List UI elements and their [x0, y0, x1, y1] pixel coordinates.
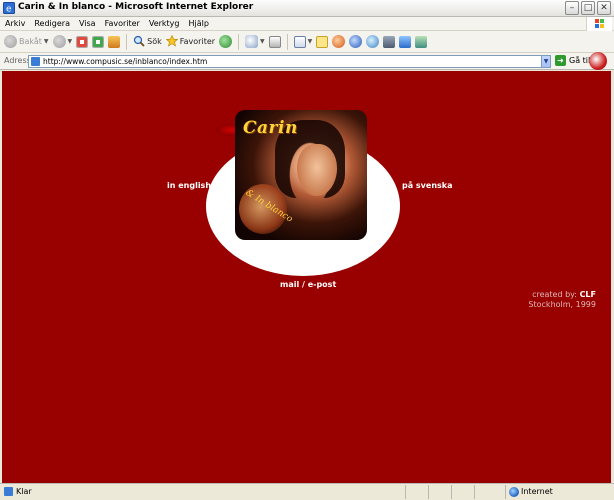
title-bar: e Carin & In blanco - Microsoft Internet…	[0, 0, 614, 17]
back-label: Bakåt	[19, 37, 42, 46]
search-icon	[133, 35, 145, 49]
menu-redigera[interactable]: Redigera	[34, 19, 70, 28]
address-bar: Adress http://www.compusic.se/inblanco/i…	[0, 53, 614, 70]
edit-button[interactable]: ▼	[293, 35, 313, 48]
credit-block: created by: CLF Stockholm, 1999	[528, 290, 596, 310]
folder-icon[interactable]	[399, 35, 412, 48]
status-divider	[505, 485, 506, 499]
menu-bar: Arkiv Redigera Visa Favoriter Verktyg Hj…	[0, 17, 614, 31]
favorites-button[interactable]: Favoriter	[165, 34, 216, 49]
page-icon	[31, 57, 40, 66]
credit-name-link[interactable]: CLF	[580, 290, 596, 299]
stop-icon[interactable]	[76, 35, 89, 48]
refresh-icon[interactable]	[92, 35, 105, 48]
carin-photo: Carin & In blanco	[235, 110, 367, 240]
ie-activity-icon	[589, 52, 607, 70]
chevron-down-icon: ▼	[307, 38, 313, 45]
status-divider	[451, 485, 452, 499]
go-button[interactable]: ➜ Gå till	[555, 55, 592, 66]
media-icon[interactable]	[349, 35, 363, 48]
back-button[interactable]: Bakåt ▼	[4, 35, 49, 48]
discuss-icon[interactable]	[316, 35, 329, 48]
credit-line: created by: CLF	[528, 290, 596, 300]
messenger-people-icon[interactable]	[415, 35, 428, 48]
svg-text:e: e	[6, 5, 12, 15]
tools-icon[interactable]	[383, 35, 396, 48]
credit-prefix: created by:	[532, 290, 578, 299]
star-icon	[165, 34, 179, 49]
address-url[interactable]: http://www.compusic.se/inblanco/index.ht…	[43, 57, 207, 66]
address-label: Adress	[4, 56, 31, 65]
home-icon[interactable]	[108, 35, 121, 48]
minimize-button[interactable]: –	[565, 1, 579, 15]
back-arrow-icon	[4, 35, 17, 48]
search-button[interactable]: Sök	[133, 35, 162, 49]
internet-zone-icon	[509, 487, 519, 497]
credit-place: Stockholm, 1999	[528, 300, 596, 309]
status-text: Klar	[16, 487, 32, 496]
search-label: Sök	[147, 37, 162, 46]
address-dropdown-button[interactable]: ▼	[541, 55, 551, 68]
print-icon[interactable]	[268, 35, 281, 48]
mail-button[interactable]: ▼	[245, 35, 265, 48]
go-arrow-icon: ➜	[555, 55, 566, 66]
maximize-button[interactable]: □	[581, 1, 595, 15]
link-in-english[interactable]: in english	[167, 181, 211, 190]
toolbar-separator	[286, 33, 288, 50]
favorites-label: Favoriter	[179, 37, 216, 46]
research-icon[interactable]	[366, 35, 380, 48]
close-button[interactable]: ✕	[597, 1, 611, 15]
logo-title: Carin	[243, 118, 298, 138]
forward-button[interactable]: ▼	[52, 35, 73, 48]
menu-arkiv[interactable]: Arkiv	[5, 19, 25, 28]
photo-face-shape	[297, 144, 337, 196]
chevron-down-icon: ▼	[43, 38, 49, 45]
messenger-icon[interactable]	[332, 35, 346, 48]
edit-page-icon	[293, 35, 306, 48]
history-icon[interactable]	[219, 35, 233, 48]
windows-logo	[586, 17, 612, 31]
chevron-down-icon: ▼	[67, 38, 73, 45]
page-done-icon	[4, 487, 13, 496]
status-bar: Klar Internet	[0, 483, 614, 500]
menu-favoriter[interactable]: Favoriter	[105, 19, 140, 28]
chevron-down-icon: ▼	[260, 38, 265, 45]
menu-verktyg[interactable]: Verktyg	[149, 19, 180, 28]
forward-arrow-icon	[52, 35, 66, 48]
menu-visa[interactable]: Visa	[79, 19, 96, 28]
mail-icon	[245, 35, 259, 48]
link-pa-svenska[interactable]: på svenska	[402, 181, 453, 190]
page-content: Carin & In blanco in english på svenska …	[2, 71, 611, 483]
status-divider	[428, 485, 429, 499]
security-zone-text: Internet	[521, 487, 553, 496]
menu-hjalp[interactable]: Hjälp	[189, 19, 209, 28]
link-mail[interactable]: mail / e-post	[280, 280, 336, 289]
toolbar-separator	[126, 33, 128, 50]
toolbar-separator	[238, 33, 240, 50]
window-title: Carin & In blanco - Microsoft Internet E…	[18, 2, 254, 12]
ie-window-icon[interactable]: e	[3, 2, 15, 15]
address-input[interactable]: http://www.compusic.se/inblanco/index.ht…	[28, 55, 551, 68]
status-divider	[474, 485, 475, 499]
status-divider	[405, 485, 406, 499]
standard-toolbar: Bakåt ▼ ▼ Sök Favoriter ▼ ▼	[0, 31, 614, 53]
